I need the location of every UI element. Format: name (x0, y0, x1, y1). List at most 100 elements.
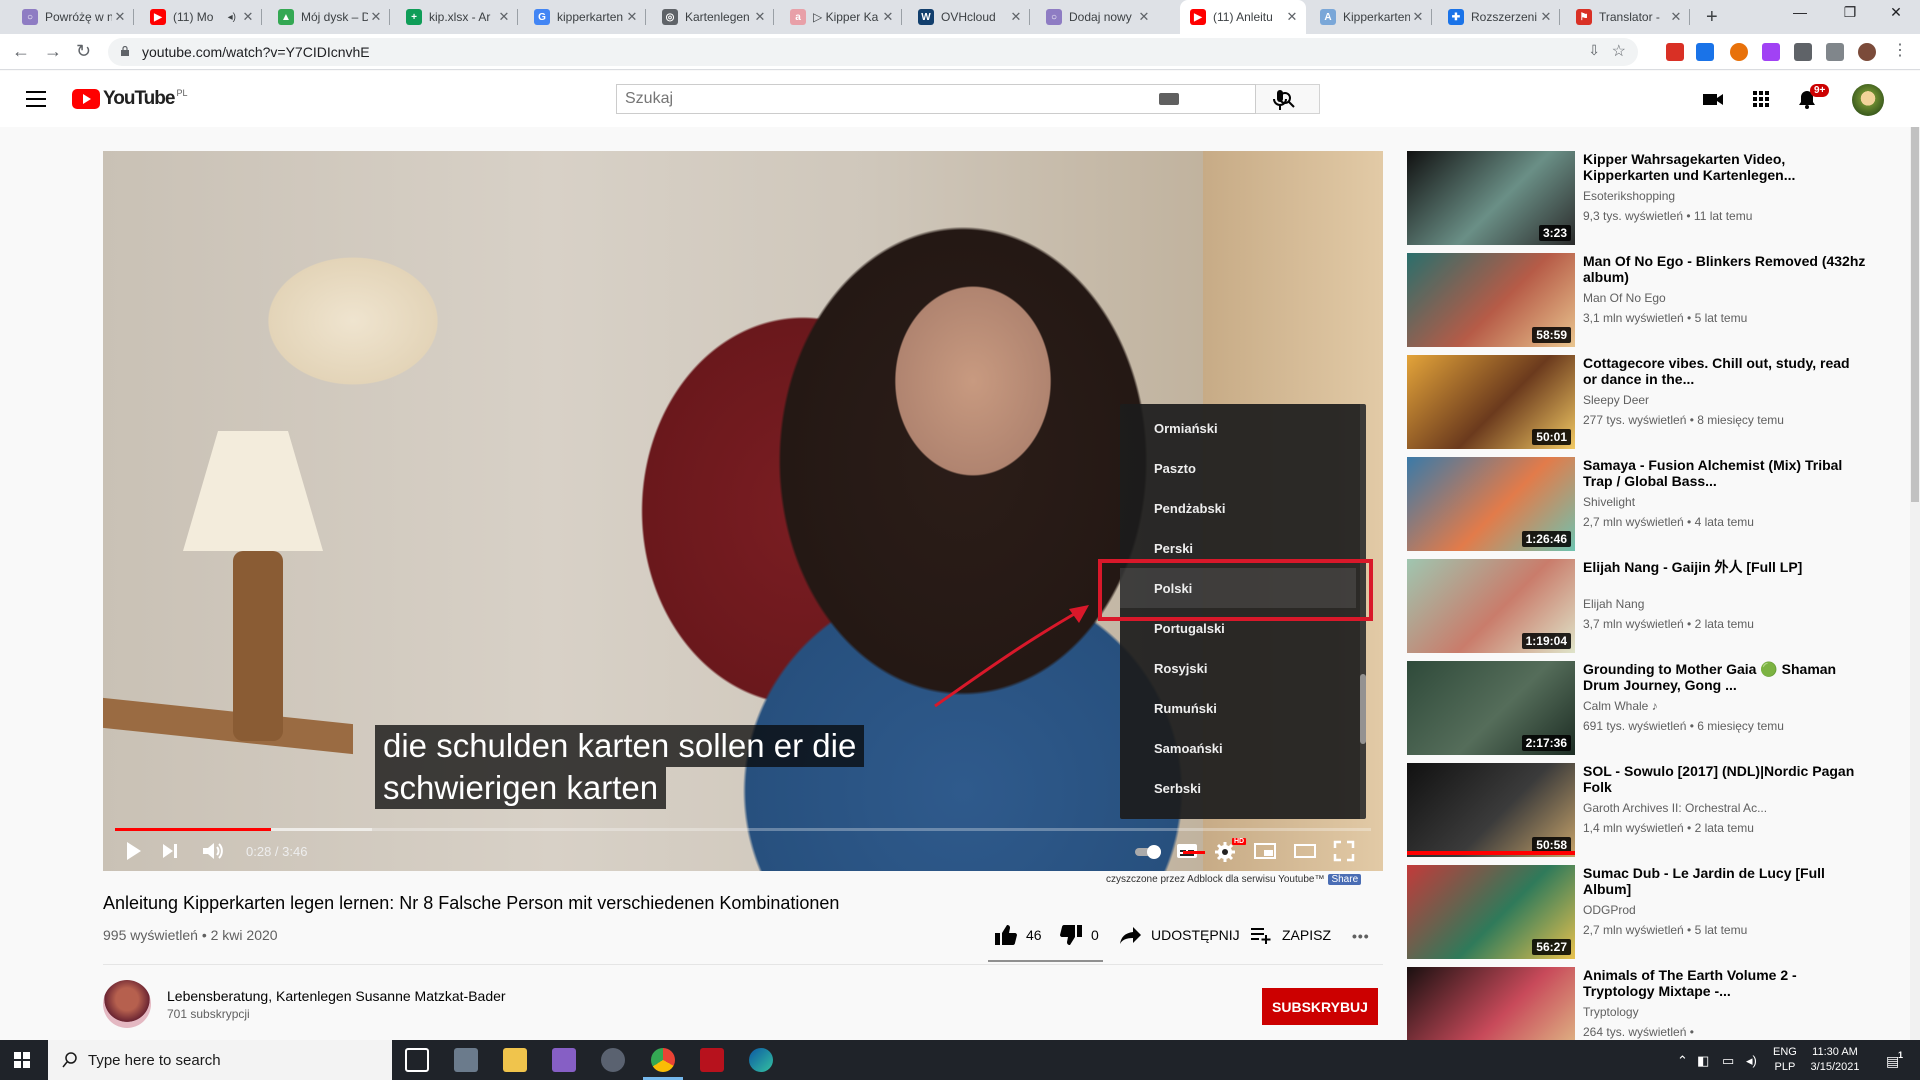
autoplay-toggle-icon[interactable] (1134, 840, 1164, 862)
share-button[interactable]: UDOSTĘPNIJ (1119, 925, 1240, 945)
extension-youtube-icon[interactable] (1666, 43, 1684, 61)
discord-like-app-icon[interactable] (601, 1048, 625, 1072)
tab-close-icon[interactable]: ✕ (1538, 9, 1554, 25)
chrome-icon[interactable] (651, 1048, 675, 1072)
like-button[interactable]: 46 (994, 924, 1042, 946)
taskbar-app-store-icon[interactable] (454, 1048, 478, 1072)
input-language[interactable]: ENG PLP (1773, 1045, 1797, 1075)
tab-close-icon[interactable]: ✕ (1284, 9, 1300, 25)
recommendation-thumbnail[interactable]: 1:19:04 (1407, 559, 1575, 653)
browser-tab[interactable]: ○ Powróżę w n ✕ (12, 0, 134, 34)
recommendation-thumbnail[interactable]: 1:26:46 (1407, 457, 1575, 551)
channel-name[interactable]: Lebensberatung, Kartenlegen Susanne Matz… (167, 988, 506, 1004)
subscribe-button[interactable]: SUBSKRYBUJ (1262, 988, 1378, 1025)
language-option[interactable]: Rosyjski (1120, 648, 1356, 688)
bookmark-star-icon[interactable]: ☆ (1612, 41, 1626, 61)
account-avatar[interactable] (1852, 84, 1884, 116)
recommendation-item[interactable]: 50:58 SOL - Sowulo [2017] (NDL)|Nordic Pa… (1407, 763, 1867, 859)
language-option[interactable]: Rumuński (1120, 688, 1356, 728)
search-box[interactable] (616, 84, 1256, 114)
forward-icon[interactable]: → (44, 41, 62, 62)
extension-orange-icon[interactable] (1730, 43, 1748, 61)
taskbar-red-app-icon[interactable] (700, 1048, 724, 1072)
recommendation-thumbnail[interactable]: 3:23 (1407, 151, 1575, 245)
extensions-puzzle-icon[interactable] (1794, 43, 1812, 61)
browser-tab[interactable]: A Kipperkarten ✕ (1310, 0, 1432, 34)
recommendation-item[interactable]: 58:59 Man Of No Ego - Blinkers Removed (4… (1407, 253, 1867, 349)
address-bar[interactable]: youtube.com/watch?v=Y7CIDIcnvhE ⇩ ☆ (108, 38, 1638, 66)
recommendation-channel[interactable]: Shivelight (1583, 495, 1635, 509)
browser-tab[interactable]: ◎ Kartenlegen ✕ (652, 0, 774, 34)
browser-tab[interactable]: W OVHcloud ✕ (908, 0, 1030, 34)
recommendation-channel[interactable]: Esoterikshopping (1583, 189, 1675, 203)
browser-tab[interactable]: ▶ (11) Mo ◂) ✕ (140, 0, 262, 34)
browser-menu-icon[interactable]: ⋮ (1892, 40, 1908, 60)
search-button[interactable] (1256, 84, 1320, 114)
visual-studio-icon[interactable] (552, 1048, 576, 1072)
install-app-icon[interactable]: ⇩ (1588, 42, 1600, 59)
recommendation-thumbnail[interactable]: 50:01 (1407, 355, 1575, 449)
extension-purple-icon[interactable] (1762, 43, 1780, 61)
dislike-button[interactable]: 0 (1059, 924, 1099, 946)
recommendation-thumbnail[interactable]: 50:58 (1407, 763, 1575, 857)
tab-close-icon[interactable]: ✕ (1410, 9, 1426, 25)
recommendation-channel[interactable]: Sleepy Deer (1583, 393, 1649, 407)
language-option[interactable]: Paszto (1120, 448, 1356, 488)
volume-icon[interactable] (201, 840, 225, 862)
lock-icon[interactable] (120, 46, 130, 56)
recommendation-channel[interactable]: Elijah Nang (1583, 597, 1644, 611)
theater-mode-icon[interactable] (1293, 840, 1317, 862)
tray-overflow-icon[interactable]: ⌃ (1677, 1053, 1688, 1069)
language-menu-scroll-thumb[interactable] (1360, 674, 1366, 744)
back-icon[interactable]: ← (12, 41, 30, 62)
recommendation-thumbnail[interactable]: 58:59 (1407, 253, 1575, 347)
save-button[interactable]: ZAPISZ (1250, 925, 1331, 945)
browser-tab[interactable]: + kip.xlsx - Ar ✕ (396, 0, 518, 34)
taskbar-clock[interactable]: 11:30 AM 3/15/2021 (1800, 1045, 1870, 1075)
taskbar-search-box[interactable]: Type here to search (48, 1040, 392, 1080)
reload-icon[interactable]: ↻ (76, 41, 91, 62)
browser-tab[interactable]: Gkipperkarten ✕ (524, 0, 646, 34)
next-video-icon[interactable] (161, 840, 179, 862)
more-actions-button[interactable]: ••• (1352, 928, 1370, 944)
language-option[interactable]: Serbski (1120, 768, 1356, 808)
tab-close-icon[interactable]: ✕ (368, 9, 384, 25)
browser-tab-active[interactable]: ▶ (11) Anleitu ✕ (1180, 0, 1306, 34)
language-option[interactable]: Samoański (1120, 728, 1356, 768)
recommendation-channel[interactable]: Man Of No Ego (1583, 291, 1666, 305)
fullscreen-icon[interactable] (1333, 840, 1355, 862)
apps-grid-icon[interactable] (1750, 89, 1772, 109)
video-player[interactable]: die schulden karten sollen er die schwie… (103, 151, 1383, 871)
recommendation-item[interactable]: 1:26:46 Samaya - Fusion Alchemist (Mix) T… (1407, 457, 1867, 553)
adblock-share-button[interactable]: Share (1328, 874, 1362, 885)
recommendation-channel[interactable]: Calm Whale ♪ (1583, 699, 1658, 713)
recommendation-item[interactable]: 50:01 Cottagecore vibes. Chill out, study… (1407, 355, 1867, 451)
recommendation-item[interactable]: 2:17:36 Grounding to Mother Gaia 🟢 Shaman… (1407, 661, 1867, 757)
tray-display-icon[interactable]: ▭ (1722, 1053, 1734, 1069)
create-video-icon[interactable] (1702, 89, 1724, 109)
hamburger-menu-icon[interactable] (26, 91, 46, 107)
close-window-button[interactable]: ✕ (1876, 4, 1916, 21)
task-view-icon[interactable] (405, 1048, 429, 1072)
microphone-icon[interactable] (1272, 89, 1288, 111)
language-option[interactable]: Ormiański (1120, 408, 1356, 448)
tab-close-icon[interactable]: ✕ (880, 9, 896, 25)
tab-close-icon[interactable]: ✕ (1668, 9, 1684, 25)
tab-close-icon[interactable]: ✕ (496, 9, 512, 25)
search-input[interactable] (617, 85, 1117, 113)
windows-start-icon[interactable] (14, 1052, 30, 1068)
minimize-button[interactable]: — (1780, 4, 1820, 20)
keyboard-icon[interactable] (1159, 93, 1179, 105)
page-scrollbar[interactable] (1910, 127, 1920, 1040)
reading-list-icon[interactable] (1826, 43, 1844, 61)
extension-translate-icon[interactable] (1696, 43, 1714, 61)
tab-close-icon[interactable]: ✕ (1008, 9, 1024, 25)
page-scroll-thumb[interactable] (1911, 127, 1919, 502)
tab-close-icon[interactable]: ✕ (624, 9, 640, 25)
miniplayer-icon[interactable] (1253, 840, 1277, 862)
tab-close-icon[interactable]: ✕ (752, 9, 768, 25)
language-option[interactable]: Pendżabski (1120, 488, 1356, 528)
browser-tab[interactable]: ▲ Mój dysk – D ✕ (268, 0, 390, 34)
tab-close-icon[interactable]: ✕ (240, 9, 256, 25)
recommendation-channel[interactable]: Garoth Archives II: Orchestral Ac... (1583, 801, 1767, 815)
